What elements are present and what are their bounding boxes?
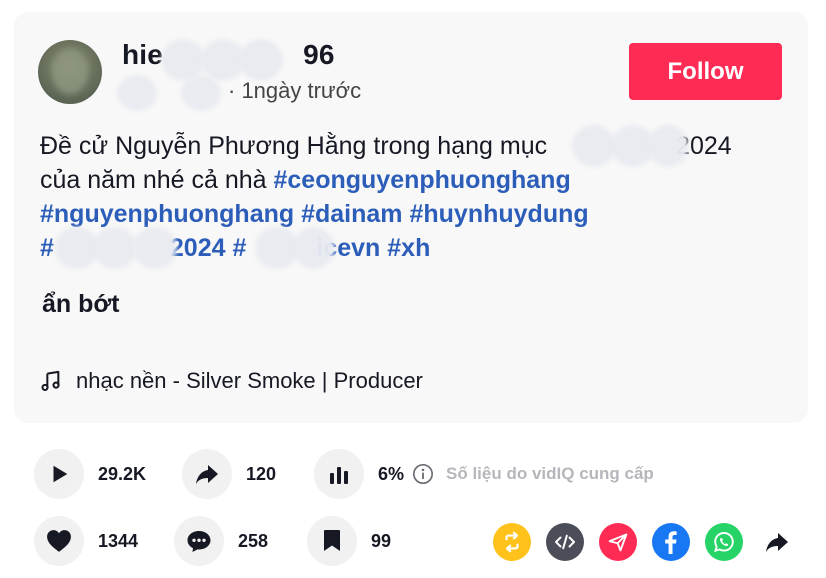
redaction-blur (96, 230, 134, 266)
shares-stat: 120 (182, 449, 314, 499)
play-button[interactable] (34, 449, 84, 499)
send-glyph (608, 533, 628, 552)
hashtag-prefix: # (40, 234, 54, 262)
caption-text: Đề cử Nguyễn Phương Hằng trong hạng mục (40, 132, 555, 160)
facebook-glyph (665, 531, 677, 554)
play-icon (53, 465, 68, 483)
comments-count: 258 (238, 530, 269, 551)
redaction-blur (242, 42, 280, 78)
share-button[interactable] (182, 449, 232, 499)
username-start: hie (122, 39, 164, 70)
caption-text: của năm nhé cả nhà (40, 166, 274, 194)
engagement-stat: 6% Số liệu do vidIQ cung cấp (314, 449, 654, 499)
post-time: · 1ngày trước (228, 78, 362, 103)
bookmark-icon (324, 530, 340, 551)
repost-icon[interactable] (493, 523, 531, 561)
saves-stat: 99 (307, 516, 391, 566)
show-less-button[interactable]: ẩn bớt (42, 290, 120, 319)
redaction-blur (296, 230, 332, 266)
caption-line-2: của năm nhé cả nhà #ceonguyenphuonghang (40, 163, 780, 197)
redaction-blur (120, 78, 154, 108)
music-note-icon (41, 370, 60, 391)
hashtag-link[interactable]: #xh (387, 234, 430, 262)
likes-count: 1344 (98, 530, 139, 551)
hashtag-prefix: # (232, 234, 247, 262)
bookmark-button[interactable] (307, 516, 357, 566)
share-options (493, 523, 796, 561)
vidiq-attribution: Số liệu do vidIQ cung cấp (446, 464, 654, 483)
whatsapp-glyph (714, 532, 734, 552)
username-end: 96 (303, 39, 335, 70)
share-arrow-icon (196, 465, 218, 484)
likes-stat: 1344 (34, 516, 174, 566)
redaction-blur (184, 78, 218, 108)
info-icon[interactable] (412, 463, 434, 485)
plays-stat: 29.2K (34, 449, 182, 499)
hashtag-link[interactable]: #ceonguyenphuonghang (274, 166, 571, 194)
redaction-blur (58, 230, 96, 266)
redaction-blur (258, 230, 296, 266)
comment-icon (187, 531, 211, 552)
comments-stat: 258 (174, 516, 307, 566)
embed-glyph (555, 534, 575, 550)
facebook-icon[interactable] (652, 523, 690, 561)
saves-count: 99 (371, 530, 392, 551)
bar-chart-icon (330, 467, 348, 484)
embed-icon[interactable] (546, 523, 584, 561)
hashtag-link[interactable]: #huynhuydung (409, 200, 588, 228)
stats-row-2: 1344 258 99 (34, 516, 391, 566)
redaction-blur (204, 42, 242, 78)
comment-button[interactable] (174, 516, 224, 566)
stats-row-1: 29.2K 120 6% Số liệu do vidIQ cung cấp (34, 449, 654, 499)
avatar[interactable] (38, 40, 102, 104)
more-share-icon[interactable] (758, 523, 796, 561)
music-info[interactable]: nhạc nền - Silver Smoke | Producer (40, 368, 423, 394)
send-icon[interactable] (599, 523, 637, 561)
caption-line-3: #nguyenphuonghang #dainam #huynhuydung (40, 197, 780, 231)
engagement-rate: 6% (378, 463, 405, 484)
analytics-button[interactable] (314, 449, 364, 499)
redaction-blur (164, 42, 202, 78)
shares-count: 120 (246, 463, 277, 484)
post-meta: · 1ngày trước (122, 78, 361, 104)
hashtag-link[interactable]: #nguyenphuonghang (40, 200, 294, 228)
redaction-blur (650, 128, 686, 164)
plays-count: 29.2K (98, 463, 147, 484)
heart-icon (47, 530, 71, 552)
like-button[interactable] (34, 516, 84, 566)
redaction-blur (614, 128, 652, 164)
whatsapp-icon[interactable] (705, 523, 743, 561)
redaction-blur (575, 128, 613, 164)
more-share-glyph (766, 533, 788, 552)
hashtag-suffix: 2024 (169, 234, 226, 262)
repost-glyph (505, 531, 519, 553)
redaction-blur (136, 230, 174, 266)
follow-button[interactable]: Follow (629, 43, 782, 100)
hashtag-link[interactable]: #dainam (301, 200, 402, 228)
music-title: nhạc nền - Silver Smoke | Producer (76, 368, 423, 393)
